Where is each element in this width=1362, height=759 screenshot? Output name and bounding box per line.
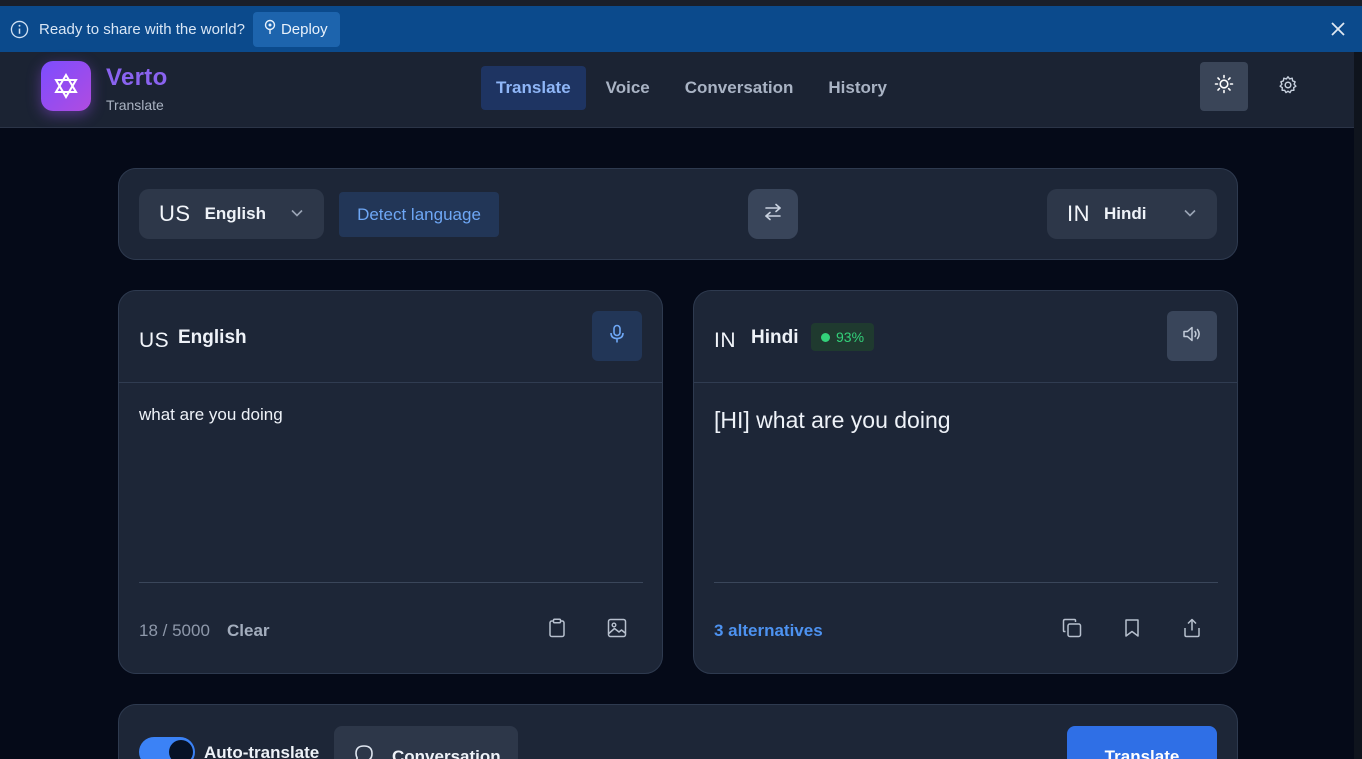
deploy-icon <box>263 19 277 39</box>
source-card: US English what are you doing 18 / 5000 … <box>118 290 663 674</box>
close-icon[interactable] <box>1329 20 1347 38</box>
chat-icon <box>354 744 374 759</box>
clear-button[interactable]: Clear <box>227 621 270 641</box>
target-card-language: Hindi <box>751 327 799 348</box>
source-language-select[interactable]: US English <box>139 189 324 239</box>
auto-translate-label: Auto-translate <box>204 743 320 759</box>
copy-button[interactable] <box>1055 613 1089 647</box>
deploy-banner: Ready to share with the world? Deploy <box>0 6 1362 52</box>
confidence-value: 93% <box>836 329 865 345</box>
target-card-header: IN Hindi 93% <box>694 291 1237 383</box>
source-flag: US <box>159 201 191 226</box>
auto-translate-toggle[interactable] <box>139 737 195 759</box>
app-header: Verto Translate Translate Voice Conversa… <box>0 52 1354 128</box>
detect-language-button[interactable]: Detect language <box>339 192 499 237</box>
brand-subtitle: Translate <box>106 97 164 113</box>
main-nav: Translate Voice Conversation History <box>481 66 907 110</box>
settings-button[interactable] <box>1270 69 1306 105</box>
speak-button[interactable] <box>1167 311 1217 361</box>
source-card-flag: US <box>139 329 170 352</box>
swap-icon <box>763 203 783 226</box>
source-text-input[interactable]: what are you doing <box>139 405 639 565</box>
microphone-icon <box>609 324 625 349</box>
tab-conversation[interactable]: Conversation <box>670 66 809 110</box>
chevron-down-icon <box>1183 206 1197 225</box>
image-upload-button[interactable] <box>600 613 634 647</box>
theme-toggle-button[interactable] <box>1200 62 1248 111</box>
speaker-icon <box>1182 325 1202 348</box>
translated-text: [HI] what are you doing <box>714 407 951 433</box>
bookmark-button[interactable] <box>1115 613 1149 647</box>
page-scrollbar[interactable] <box>1354 52 1362 759</box>
confidence-dot-icon <box>821 332 830 342</box>
info-icon <box>9 19 29 39</box>
target-card: IN Hindi 93% [HI] what are you doing 3 a… <box>693 290 1238 674</box>
source-language-name: English <box>204 204 266 223</box>
target-card-flag: IN <box>714 329 736 352</box>
action-bar: Auto-translate Conversation Translate <box>118 704 1238 759</box>
conversation-button[interactable]: Conversation <box>334 726 518 759</box>
banner-message: Ready to share with the world? <box>39 20 245 38</box>
bookmark-icon <box>1124 618 1140 643</box>
copy-icon <box>1062 618 1082 643</box>
brand-name: Verto <box>106 64 168 91</box>
divider <box>139 582 643 583</box>
chevron-down-icon <box>290 206 304 225</box>
share-button[interactable] <box>1175 613 1209 647</box>
divider <box>714 582 1218 583</box>
source-card-header: US English <box>119 291 662 383</box>
alternatives-link[interactable]: 3 alternatives <box>714 621 823 641</box>
character-count: 18 / 5000 <box>139 621 210 640</box>
swap-languages-button[interactable] <box>748 189 798 239</box>
clipboard-icon <box>548 617 566 643</box>
tab-translate[interactable]: Translate <box>481 66 586 110</box>
target-language-select[interactable]: IN Hindi <box>1047 189 1217 239</box>
tab-voice[interactable]: Voice <box>591 66 665 110</box>
microphone-button[interactable] <box>592 311 642 361</box>
logo-icon[interactable] <box>41 61 91 111</box>
tab-history[interactable]: History <box>813 66 902 110</box>
paste-button[interactable] <box>540 613 574 647</box>
source-card-language: English <box>178 327 247 348</box>
sun-icon <box>1214 74 1234 99</box>
deploy-button[interactable]: Deploy <box>252 11 340 47</box>
conversation-label: Conversation <box>392 746 501 759</box>
target-flag: IN <box>1067 201 1090 226</box>
toggle-knob <box>169 740 193 759</box>
share-icon <box>1183 618 1201 643</box>
deploy-label: Deploy <box>280 20 328 38</box>
translate-button[interactable]: Translate <box>1067 726 1217 759</box>
gear-icon <box>1278 75 1298 100</box>
image-icon <box>607 618 627 643</box>
confidence-badge: 93% <box>811 323 875 351</box>
language-bar: US English Detect language IN Hindi <box>118 168 1238 260</box>
target-language-name: Hindi <box>1104 204 1147 223</box>
